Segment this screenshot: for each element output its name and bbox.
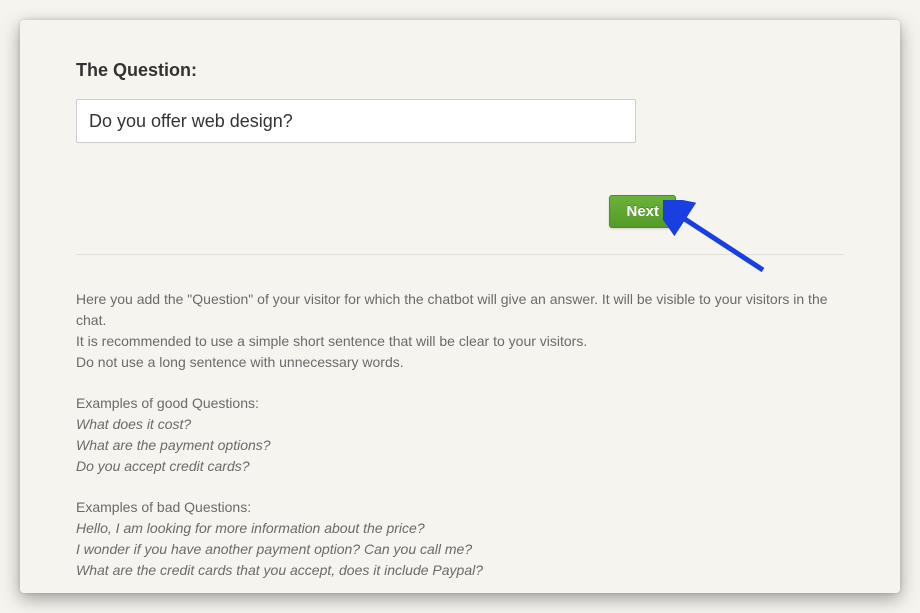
next-button[interactable]: Next — [609, 195, 676, 228]
good-examples-label: Examples of good Questions: — [76, 393, 844, 414]
action-row: Next — [76, 195, 676, 228]
bad-example: I wonder if you have another payment opt… — [76, 539, 844, 560]
question-input[interactable] — [76, 99, 636, 143]
help-intro-line: Here you add the "Question" of your visi… — [76, 289, 844, 331]
help-intro-line: It is recommended to use a simple short … — [76, 331, 844, 352]
help-intro-line: Do not use a long sentence with unnecess… — [76, 352, 844, 373]
bad-examples-label: Examples of bad Questions: — [76, 497, 844, 518]
good-example: Do you accept credit cards? — [76, 456, 844, 477]
divider — [76, 254, 844, 255]
form-card: The Question: Next Here you add the "Que… — [20, 20, 900, 593]
help-text: Here you add the "Question" of your visi… — [76, 289, 844, 581]
bad-example: What are the credit cards that you accep… — [76, 560, 844, 581]
section-title: The Question: — [76, 60, 844, 81]
good-example: What does it cost? — [76, 414, 844, 435]
bad-example: Hello, I am looking for more information… — [76, 518, 844, 539]
good-example: What are the payment options? — [76, 435, 844, 456]
